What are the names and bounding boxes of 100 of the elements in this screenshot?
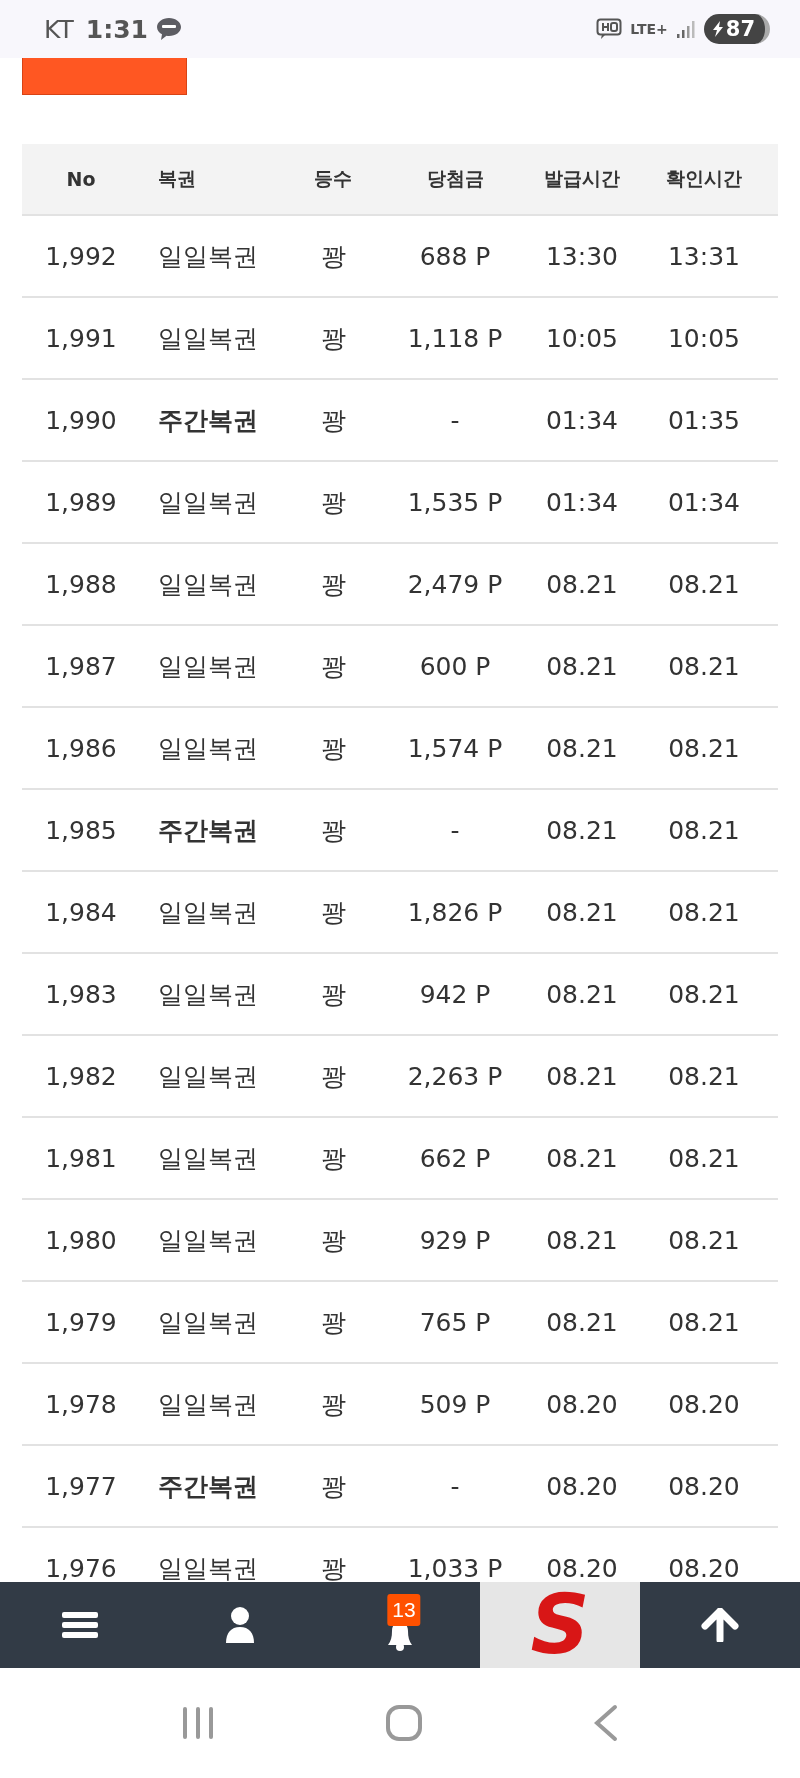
lottery-cell-text: 일일복권 [157, 486, 258, 519]
number-cell: 1,980 [45, 1225, 117, 1255]
lottery-cell-text: 일일복권 [157, 978, 258, 1011]
rank-cell-text: 꽝 [320, 896, 346, 929]
issued-time-cell: 08.20 [546, 1553, 618, 1582]
rank-cell-text: 꽝 [320, 1306, 346, 1339]
lottery-cell-text: 일일복권 [157, 1224, 258, 1257]
number-cell: 1,991 [45, 323, 117, 353]
lottery-cell-text: 주간복권 [157, 1470, 258, 1503]
prize-cell: 1,033 P [407, 1553, 503, 1582]
rank-cell-text: 꽝 [320, 568, 346, 601]
user-icon [224, 1606, 256, 1644]
prize-cell: 765 P [419, 1307, 491, 1337]
rank-cell-text: 꽝 [320, 240, 346, 273]
recent-apps-button[interactable] [181, 1705, 215, 1741]
rank-cell-text: 꽝 [320, 1470, 346, 1503]
prize-cell: 1,826 P [407, 897, 503, 927]
issued-time-cell: 08.21 [546, 1307, 618, 1337]
column-header: 등수 [314, 166, 352, 191]
prize-cell: - [450, 815, 460, 845]
hd-call-icon [596, 18, 623, 40]
column-header: 확인시간 [666, 166, 742, 191]
checked-time-cell: 10:05 [667, 323, 740, 353]
prize-cell: - [450, 405, 460, 435]
issued-time-cell: 13:30 [545, 241, 618, 271]
issued-time-cell: 01:34 [545, 405, 618, 435]
prize-cell: 688 P [419, 241, 491, 271]
network-type-label: LTE+ [630, 21, 668, 37]
prize-cell: 509 P [419, 1389, 491, 1419]
prize-cell: - [450, 1471, 460, 1501]
signal-icon [675, 19, 696, 39]
column-header: 복권 [157, 166, 196, 191]
prize-cell: 942 P [419, 979, 491, 1009]
checked-time-cell: 08.21 [668, 1143, 740, 1173]
number-cell: 1,986 [45, 733, 117, 763]
checked-time-cell: 08.21 [668, 897, 740, 927]
clock-time: 1:31 [85, 14, 148, 44]
lottery-cell-text: 주간복권 [157, 814, 258, 847]
column-header: No [66, 168, 96, 190]
lottery-cell-text: 일일복권 [157, 240, 258, 273]
notifications-button[interactable]: 13 [320, 1582, 480, 1668]
checked-time-cell: 08.21 [668, 651, 740, 681]
issued-time-cell: 10:05 [545, 323, 618, 353]
prize-cell: 1,118 P [407, 323, 503, 353]
lottery-cell-text: 일일복권 [157, 732, 258, 765]
issued-time-cell: 08.21 [546, 569, 618, 599]
rank-cell-text: 꽝 [320, 1388, 346, 1421]
checked-time-cell: 08.20 [668, 1553, 740, 1582]
issued-time-cell: 08.21 [546, 733, 618, 763]
prize-cell: 2,263 P [407, 1061, 503, 1091]
chat-bubble-icon [155, 17, 182, 41]
checked-time-cell: 13:31 [667, 241, 740, 271]
lottery-cell-text: 일일복권 [157, 650, 258, 683]
number-cell: 1,978 [45, 1389, 117, 1419]
rank-cell-text: 꽝 [320, 978, 346, 1011]
prize-cell: 600 P [419, 651, 491, 681]
issued-time-cell: 08.21 [546, 979, 618, 1009]
rank-cell-text: 꽝 [320, 1060, 346, 1093]
issued-time-cell: 08.21 [546, 651, 618, 681]
checked-time-cell: 08.21 [668, 1061, 740, 1091]
prize-cell: 2,479 P [407, 569, 503, 599]
checked-time-cell: 08.20 [668, 1389, 740, 1419]
number-cell: 1,992 [45, 241, 117, 271]
lottery-cell-text: 일일복권 [157, 1060, 258, 1093]
menu-icon [62, 1610, 98, 1640]
issued-time-cell: 08.21 [546, 815, 618, 845]
rank-cell-text: 꽝 [320, 486, 346, 519]
checked-time-cell: 08.21 [668, 1225, 740, 1255]
number-cell: 1,976 [45, 1553, 117, 1582]
checked-time-cell: 08.21 [668, 815, 740, 845]
number-cell: 1,990 [45, 405, 117, 435]
lottery-cell-text: 주간복권 [157, 404, 258, 437]
lottery-cell-text: 일일복권 [157, 322, 258, 355]
number-cell: 1,983 [45, 979, 117, 1009]
checked-time-cell: 01:35 [667, 405, 740, 435]
prize-cell: 1,574 P [407, 733, 503, 763]
number-cell: 1,989 [45, 487, 117, 517]
lottery-cell-text: 일일복권 [157, 1552, 258, 1582]
issued-time-cell: 08.20 [546, 1471, 618, 1501]
rank-cell-text: 꽝 [320, 404, 346, 437]
checked-time-cell: 08.20 [668, 1471, 740, 1501]
battery-indicator: 87 [703, 14, 770, 44]
rank-cell-text: 꽝 [320, 650, 346, 683]
lottery-cell-text: 일일복권 [157, 1142, 258, 1175]
rank-cell-text: 꽝 [320, 732, 346, 765]
prize-cell: 1,535 P [407, 487, 503, 517]
checked-time-cell: 08.21 [668, 733, 740, 763]
number-cell: 1,987 [45, 651, 117, 681]
home-button[interactable] [385, 1704, 423, 1742]
checked-time-cell: 08.21 [668, 979, 740, 1009]
back-button[interactable] [593, 1704, 619, 1742]
prize-cell: 929 P [419, 1225, 491, 1255]
number-cell: 1,984 [45, 897, 117, 927]
number-cell: 1,977 [45, 1471, 117, 1501]
number-cell: 1,979 [45, 1307, 117, 1337]
issued-time-cell: 08.21 [546, 897, 618, 927]
carrier-label: KT [44, 14, 74, 44]
column-header: 발급시간 [544, 166, 620, 191]
logo-button[interactable]: S [480, 1582, 640, 1668]
rank-cell-text: 꽝 [320, 814, 346, 847]
